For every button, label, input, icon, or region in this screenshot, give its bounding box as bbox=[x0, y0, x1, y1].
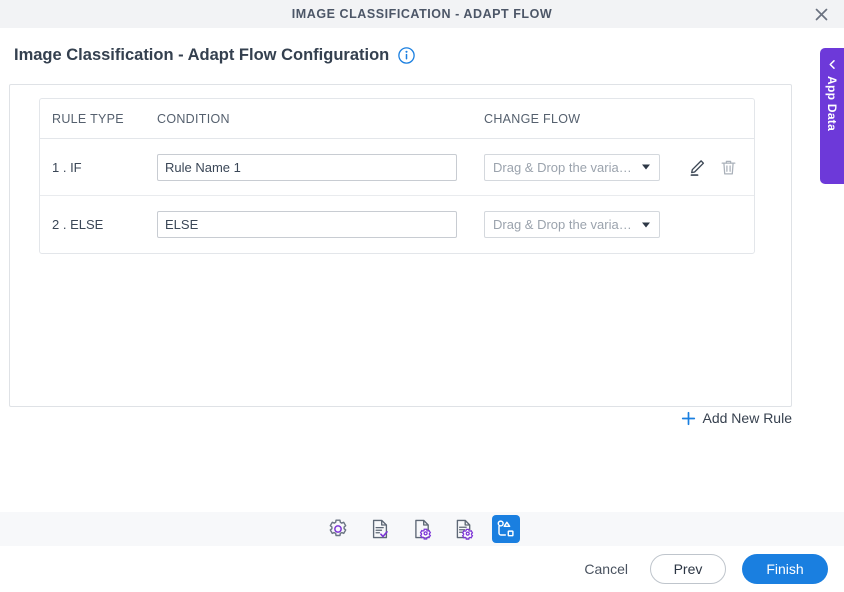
condition-cell bbox=[157, 211, 484, 238]
page-title: Image Classification - Adapt Flow Config… bbox=[14, 46, 390, 64]
chevron-down-icon bbox=[642, 222, 650, 227]
change-flow-placeholder: Drag & Drop the varia… bbox=[493, 217, 632, 232]
add-new-rule-button[interactable]: Add New Rule bbox=[681, 410, 793, 426]
bottom-toolbar bbox=[0, 511, 844, 547]
table-header-row: RULE TYPE CONDITION CHANGE FLOW bbox=[40, 99, 754, 139]
change-flow-cell: Drag & Drop the varia… bbox=[484, 211, 742, 238]
adapt-flow-configuration-modal: IMAGE CLASSIFICATION - ADAPT FLOW Image … bbox=[0, 0, 844, 592]
column-header-change-flow: CHANGE FLOW bbox=[484, 111, 581, 126]
document-checklist-icon[interactable] bbox=[366, 515, 394, 543]
adapt-flow-diagram-icon[interactable] bbox=[492, 515, 520, 543]
close-icon[interactable] bbox=[810, 3, 832, 25]
app-data-label: App Data bbox=[825, 76, 839, 132]
chevron-down-icon bbox=[642, 164, 650, 170]
condition-input[interactable] bbox=[157, 153, 457, 181]
finish-button[interactable]: Finish bbox=[742, 554, 828, 584]
change-flow-dropdown[interactable]: Drag & Drop the varia… bbox=[484, 153, 660, 181]
prev-button[interactable]: Prev bbox=[650, 554, 726, 584]
condition-input[interactable] bbox=[157, 211, 457, 238]
modal-title: IMAGE CLASSIFICATION - ADAPT FLOW bbox=[291, 7, 553, 21]
table-row: 2 . ELSE Drag & Drop the varia… bbox=[40, 196, 754, 253]
condition-cell bbox=[157, 153, 484, 181]
info-icon[interactable] bbox=[398, 47, 415, 64]
row-actions bbox=[688, 158, 742, 177]
document-list-gear-icon[interactable] bbox=[450, 515, 478, 543]
rule-type-label: 2 . ELSE bbox=[52, 217, 104, 232]
modal-header: IMAGE CLASSIFICATION - ADAPT FLOW bbox=[0, 0, 844, 28]
cancel-button[interactable]: Cancel bbox=[578, 557, 634, 581]
change-flow-placeholder: Drag & Drop the varia… bbox=[493, 159, 632, 175]
column-header-condition: CONDITION bbox=[157, 111, 230, 126]
column-header-rule-type: RULE TYPE bbox=[52, 111, 124, 126]
plus-icon bbox=[681, 411, 696, 426]
settings-gear-icon[interactable] bbox=[324, 515, 352, 543]
app-data-tab[interactable]: App Data bbox=[820, 48, 844, 184]
table-row: 1 . IF Drag & Drop the varia… bbox=[40, 139, 754, 196]
trash-icon[interactable] bbox=[719, 158, 738, 177]
rules-panel: RULE TYPE CONDITION CHANGE FLOW 1 . IF D… bbox=[9, 84, 792, 407]
change-flow-dropdown[interactable]: Drag & Drop the varia… bbox=[484, 211, 660, 238]
footer-actions: Cancel Prev Finish bbox=[578, 554, 828, 584]
rule-type-label: 1 . IF bbox=[52, 159, 82, 175]
chevron-left-icon bbox=[827, 57, 838, 69]
change-flow-cell: Drag & Drop the varia… bbox=[484, 153, 688, 181]
rules-table: RULE TYPE CONDITION CHANGE FLOW 1 . IF D… bbox=[39, 98, 755, 254]
add-new-rule-label: Add New Rule bbox=[702, 410, 793, 426]
page-title-row: Image Classification - Adapt Flow Config… bbox=[14, 46, 415, 65]
document-gear-icon[interactable] bbox=[408, 515, 436, 543]
pencil-icon[interactable] bbox=[688, 158, 707, 177]
